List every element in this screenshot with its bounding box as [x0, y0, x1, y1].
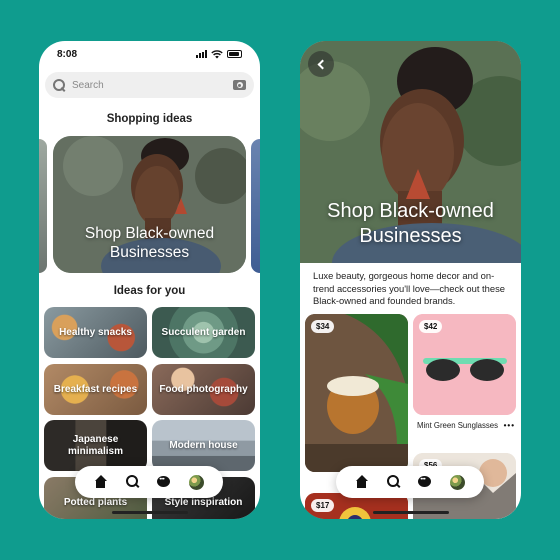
home-icon[interactable]: [94, 475, 108, 489]
search-icon[interactable]: [386, 475, 401, 489]
idea-tile-healthy-snacks[interactable]: Healthy snacks: [44, 307, 147, 358]
pin-image: [305, 314, 408, 472]
carousel-next-card[interactable]: [251, 139, 260, 273]
camera-icon[interactable]: [233, 80, 246, 90]
idea-tile-label: Modern house: [169, 439, 238, 451]
profile-avatar[interactable]: [450, 474, 466, 490]
idea-tile-label: Style inspiration: [164, 496, 243, 508]
status-icons: [196, 49, 242, 59]
idea-tile-japanese-minimalism[interactable]: Japanese minimalism: [44, 420, 147, 471]
pin-card[interactable]: $42: [413, 314, 516, 415]
price-badge: $34: [311, 320, 335, 333]
wifi-icon: [211, 49, 223, 58]
idea-tile-label: Japanese minimalism: [67, 433, 124, 457]
phone-detail-view: Shop Black-owned Businesses Luxe beauty,…: [300, 41, 521, 519]
pin-caption: Mint Green Sunglasses •••: [417, 421, 515, 430]
idea-tile-label: Healthy snacks: [59, 326, 132, 338]
pin-caption-text: Mint Green Sunglasses: [417, 421, 499, 430]
home-indicator: [373, 511, 449, 514]
search-bar[interactable]: [45, 72, 254, 98]
idea-tile-food-photography[interactable]: Food photography: [152, 364, 255, 415]
price-badge: $17: [311, 499, 335, 512]
home-icon[interactable]: [355, 475, 369, 489]
idea-tile-label: Potted plants: [63, 496, 128, 508]
chat-icon[interactable]: [157, 475, 171, 489]
bottom-nav: [336, 466, 484, 498]
search-input[interactable]: [72, 79, 233, 91]
status-bar: 8:08: [39, 41, 260, 67]
idea-tile-label: Breakfast recipes: [53, 383, 138, 395]
detail-hero-image: Shop Black-owned Businesses: [300, 41, 521, 263]
back-button[interactable]: [308, 51, 334, 77]
bottom-nav: [75, 466, 223, 498]
search-icon: [53, 78, 66, 92]
ideas-for-you-title: Ideas for you: [113, 285, 186, 297]
chat-icon[interactable]: [418, 475, 432, 489]
idea-tile-label: Food photography: [159, 383, 248, 395]
shopping-ideas-title: Shopping ideas: [106, 113, 193, 125]
status-time: 8:08: [57, 48, 78, 60]
home-indicator: [112, 511, 188, 514]
chevron-left-icon: [317, 59, 328, 69]
idea-tile-succulent-garden[interactable]: Succulent garden: [152, 307, 255, 358]
phone-home-feed: 8:08 Shopping ideas: [39, 41, 260, 519]
signal-icon: [196, 50, 207, 58]
profile-avatar[interactable]: [189, 474, 205, 490]
search-icon[interactable]: [125, 475, 140, 489]
idea-tile-breakfast-recipes[interactable]: Breakfast recipes: [44, 364, 147, 415]
idea-tile-modern-house[interactable]: Modern house: [152, 420, 255, 471]
battery-icon: [227, 50, 242, 58]
more-icon[interactable]: •••: [504, 421, 515, 430]
idea-tile-label: Succulent garden: [161, 326, 246, 338]
detail-description: Luxe beauty, gorgeous home decor and on-…: [313, 270, 505, 306]
detail-title: Shop Black-owned Businesses: [327, 200, 494, 247]
pin-card[interactable]: $34: [305, 314, 408, 472]
price-badge: $42: [419, 320, 443, 333]
hero-card-title: Shop Black-owned Businesses: [84, 225, 215, 261]
carousel-previous-card[interactable]: [39, 139, 47, 273]
shopping-idea-card[interactable]: Shop Black-owned Businesses: [53, 136, 246, 273]
